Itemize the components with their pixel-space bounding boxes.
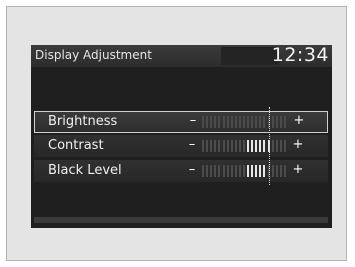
level-tick	[271, 116, 274, 128]
brightness-row[interactable]: Brightness – +	[34, 111, 328, 133]
brightness-minus-button[interactable]: –	[186, 112, 200, 130]
contrast-level-bar[interactable]	[201, 140, 287, 152]
level-tick	[230, 165, 233, 177]
level-tick	[226, 140, 229, 152]
level-tick	[275, 165, 278, 177]
level-tick	[271, 140, 274, 152]
level-tick	[283, 116, 286, 128]
black-level-label: Black Level	[48, 163, 122, 178]
level-tick	[243, 140, 245, 152]
level-tick	[222, 116, 225, 128]
level-tick	[255, 165, 258, 177]
level-tick	[251, 116, 254, 128]
level-tick	[202, 165, 205, 177]
level-tick	[214, 165, 217, 177]
level-tick	[251, 165, 254, 177]
level-tick	[247, 140, 250, 152]
level-tick	[259, 140, 262, 152]
title-bar: Display Adjustment 12:34	[31, 45, 332, 67]
level-tick	[206, 165, 209, 177]
title-bar-panel	[221, 47, 279, 65]
level-tick	[255, 140, 258, 152]
level-tick	[210, 165, 213, 177]
level-tick	[263, 116, 266, 128]
level-tick	[279, 140, 282, 152]
level-tick	[226, 116, 229, 128]
level-tick	[202, 116, 205, 128]
level-tick	[234, 116, 237, 128]
center-marker-line	[269, 107, 270, 185]
level-tick	[275, 116, 278, 128]
bottom-strip	[34, 217, 328, 223]
level-tick	[210, 116, 213, 128]
contrast-row[interactable]: Contrast – +	[34, 135, 328, 157]
level-tick	[206, 116, 209, 128]
level-tick	[271, 165, 274, 177]
level-tick	[238, 165, 241, 177]
level-tick	[206, 140, 209, 152]
level-tick	[226, 165, 229, 177]
level-tick	[247, 165, 250, 177]
level-tick	[238, 116, 241, 128]
level-tick	[255, 116, 258, 128]
level-tick	[279, 116, 282, 128]
level-tick	[259, 165, 262, 177]
contrast-plus-button[interactable]: +	[291, 136, 305, 154]
level-tick	[247, 116, 250, 128]
level-tick	[243, 116, 245, 128]
brightness-plus-button[interactable]: +	[292, 112, 306, 130]
level-tick	[234, 140, 237, 152]
level-tick	[275, 140, 278, 152]
level-tick	[230, 116, 233, 128]
level-tick	[238, 140, 241, 152]
level-tick	[218, 165, 221, 177]
level-tick	[222, 165, 225, 177]
level-tick	[210, 140, 213, 152]
level-tick	[251, 140, 254, 152]
black-level-row[interactable]: Black Level – +	[34, 160, 328, 182]
contrast-minus-button[interactable]: –	[185, 136, 199, 154]
level-tick	[214, 116, 217, 128]
level-tick	[234, 165, 237, 177]
black-level-plus-button[interactable]: +	[291, 161, 305, 179]
level-tick	[243, 165, 245, 177]
brightness-label: Brightness	[48, 114, 118, 129]
black-level-level-bar[interactable]	[201, 165, 287, 177]
level-tick	[283, 140, 286, 152]
contrast-label: Contrast	[48, 138, 104, 153]
level-tick	[259, 116, 262, 128]
brightness-level-bar[interactable]	[201, 116, 287, 128]
level-tick	[222, 140, 225, 152]
level-tick	[218, 116, 221, 128]
black-level-minus-button[interactable]: –	[185, 161, 199, 179]
level-tick	[218, 140, 221, 152]
display-adjustment-screen: Display Adjustment 12:34 Brightness – + …	[31, 45, 332, 228]
level-tick	[202, 140, 205, 152]
screen-title: Display Adjustment	[35, 48, 152, 62]
level-tick	[279, 165, 282, 177]
clock: 12:34	[271, 45, 329, 66]
level-tick	[283, 165, 286, 177]
level-tick	[214, 140, 217, 152]
level-tick	[230, 140, 233, 152]
level-tick	[263, 140, 266, 152]
level-tick	[263, 165, 266, 177]
